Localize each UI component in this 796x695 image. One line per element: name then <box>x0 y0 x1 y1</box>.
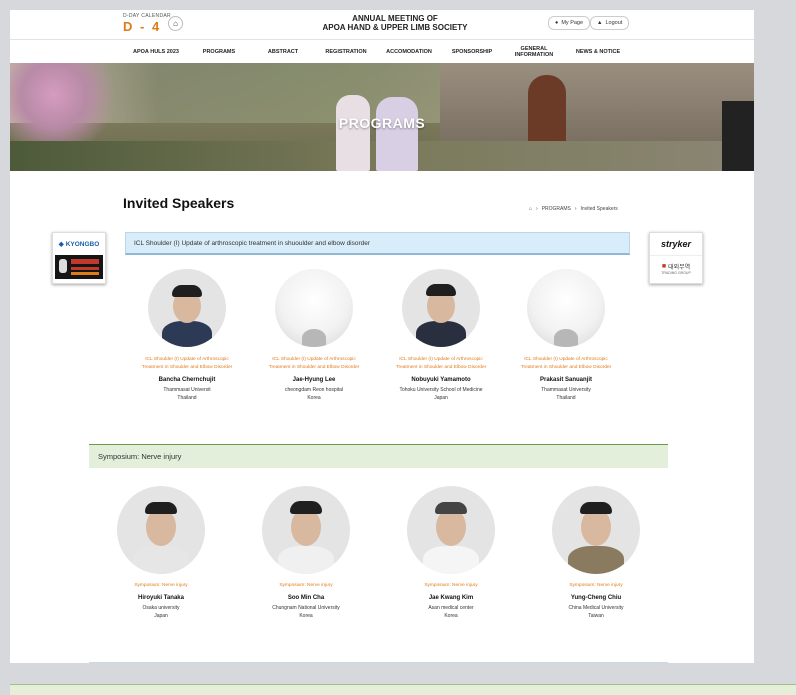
speaker-name: Soo Min Cha <box>287 594 325 601</box>
sponsor-trading-label: 대외무역 <box>668 264 691 271</box>
logout-label: Logout <box>605 20 623 26</box>
speaker-name: Jae-Hyung Lee <box>292 377 336 383</box>
page: D-DAY CALENDAR D - 4 ⌂ ANNUAL MEETING OF… <box>10 10 754 663</box>
speaker-card[interactable]: Symposium: Nerve injury Soo Min Cha Chun… <box>248 486 364 620</box>
logout-button[interactable]: ▲ Logout <box>590 16 630 30</box>
speaker-country: Taiwan <box>588 612 604 619</box>
speaker-affiliation: Thammasat University <box>541 387 591 393</box>
page-title: Invited Speakers <box>123 195 235 211</box>
speaker-name: Nobuyuki Yamamoto <box>411 377 471 383</box>
dday-counter: D - 4 <box>123 19 162 34</box>
sponsor-trading-sub: TRADING GROUP <box>661 270 691 275</box>
nav-item-programs[interactable]: PROGRAMS <box>194 40 244 64</box>
user-icon: ● <box>555 20 559 26</box>
speaker-photo-placeholder <box>527 269 605 347</box>
speaker-topic: Symposium: Nerve injury <box>569 583 623 588</box>
speaker-topic: ICL Shoulder (I) Update of Arthroscopic <box>272 357 356 362</box>
speaker-country: Japan <box>434 395 448 401</box>
home-icon[interactable]: ⌂ <box>529 206 532 212</box>
mypage-button[interactable]: ● My Page <box>548 16 591 30</box>
speaker-name: Prakasit Sanuanjit <box>539 377 593 383</box>
footer-strip <box>10 684 796 695</box>
speaker-topic: Treatment in Shoulder and Elbow Disorder <box>268 364 360 370</box>
sponsor-banner-left[interactable]: ◆ KYONGBO <box>52 232 106 284</box>
hero-banner: PROGRAMS <box>10 63 754 171</box>
speaker-name: Bancha Chernchujit <box>158 377 216 383</box>
chevron-right-icon: › <box>536 206 538 212</box>
speaker-topic: Symposium: Nerve injury <box>424 583 478 588</box>
mypage-label: My Page <box>561 20 584 26</box>
speaker-country: Korea <box>299 612 313 619</box>
nav-item-sponsorship[interactable]: SPONSORSHIP <box>444 40 500 64</box>
main-nav: APOA HULS 2023 PROGRAMS ABSTRACT REGISTR… <box>10 39 754 64</box>
speaker-photo <box>262 486 350 574</box>
lock-icon: ▲ <box>597 20 603 26</box>
sponsor-ad-image <box>55 255 103 279</box>
section-divider <box>89 662 668 663</box>
site-title-line2: APOA HAND & UPPER LIMB SOCIETY <box>322 23 468 32</box>
chevron-right-icon: › <box>574 206 577 212</box>
speaker-photo-placeholder <box>275 269 353 347</box>
speaker-name: Yung-Cheng Chiu <box>570 594 622 601</box>
speaker-country: Korea <box>444 612 458 619</box>
speaker-card[interactable]: Symposium: Nerve injury Yung-Cheng Chiu … <box>538 486 654 620</box>
nav-item-abstract[interactable]: ABSTRACT <box>258 40 308 64</box>
trading-logo-icon: ■ <box>661 262 667 270</box>
speaker-photo <box>552 486 640 574</box>
speaker-photo <box>148 269 226 347</box>
speaker-topic: ICL Shoulder (I) Update of Arthroscopic <box>399 357 483 362</box>
nav-item-apoa[interactable]: APOA HULS 2023 <box>118 40 194 64</box>
speaker-photo <box>117 486 205 574</box>
home-icon[interactable]: ⌂ <box>168 16 183 31</box>
section-header-icl-shoulder: ICL Shoulder (I) Update of arthroscopic … <box>125 232 630 255</box>
speaker-topic: ICL Shoulder (I) Update of Arthroscopic <box>145 357 229 362</box>
nav-item-registration[interactable]: REGISTRATION <box>318 40 374 64</box>
speaker-card[interactable]: ICL Shoulder (I) Update of Arthroscopic … <box>127 269 247 402</box>
site-title[interactable]: ANNUAL MEETING OF APOA HAND & UPPER LIMB… <box>300 14 490 32</box>
speaker-topic: ICL Shoulder (I) Update of Arthroscopic <box>524 357 608 362</box>
speaker-photo <box>407 486 495 574</box>
speaker-affiliation: Asan medical center <box>428 604 474 611</box>
sponsor-kyongbo-label: KYONGBO <box>65 240 100 248</box>
speaker-card[interactable]: ICL Shoulder (I) Update of Arthroscopic … <box>381 269 501 402</box>
speaker-affiliation: cheongdam Reon hospital <box>284 387 344 393</box>
site-title-line1: ANNUAL MEETING OF <box>352 14 438 23</box>
breadcrumb-current: Invited Speakers <box>580 206 618 212</box>
nav-item-accomodation[interactable]: ACCOMODATION <box>380 40 438 64</box>
speaker-topic: Treatment in Shoulder and Elbow Disorder <box>395 364 487 370</box>
nav-item-general-information[interactable]: GENERAL INFORMATION <box>509 40 559 64</box>
speaker-photo <box>402 269 480 347</box>
speaker-topic: Treatment in Shoulder and Elbow Disorder <box>141 364 233 370</box>
speaker-country: Korea <box>307 395 321 401</box>
speaker-card[interactable]: ICL Shoulder (I) Update of Arthroscopic … <box>506 269 626 402</box>
speaker-country: Thailand <box>177 395 197 401</box>
speaker-card[interactable]: Symposium: Nerve injury Hiroyuki Tanaka … <box>103 486 219 620</box>
speaker-name: Hiroyuki Tanaka <box>138 594 184 601</box>
top-bar: D-DAY CALENDAR D - 4 ⌂ ANNUAL MEETING OF… <box>10 10 754 39</box>
speaker-topic: Symposium: Nerve injury <box>134 583 188 588</box>
hero-title: PROGRAMS <box>338 115 426 131</box>
breadcrumb: ⌂ › PROGRAMS › Invited Speakers <box>529 206 618 212</box>
speaker-topic: Treatment in Shoulder and Elbow Disorder <box>520 364 612 370</box>
speaker-affiliation: Chungnam National University <box>272 604 340 611</box>
speaker-country: Thailand <box>556 395 576 401</box>
speaker-card[interactable]: ICL Shoulder (I) Update of Arthroscopic … <box>254 269 374 402</box>
speaker-country: Japan <box>154 612 168 619</box>
section-header-nerve-injury: Symposium: Nerve injury <box>89 444 668 468</box>
nav-item-news-notice[interactable]: NEWS & NOTICE <box>570 40 626 64</box>
breadcrumb-programs[interactable]: PROGRAMS <box>542 206 571 212</box>
kyongbo-logo-icon: ◆ <box>58 241 64 248</box>
speaker-name: Jae Kwang Kim <box>428 594 474 601</box>
speaker-affiliation: Osaka university <box>142 604 180 611</box>
speaker-affiliation: China Medical University <box>568 604 624 611</box>
speaker-affiliation: Thammasat Universit <box>163 387 211 393</box>
sponsor-banner-right[interactable]: stryker ■ 대외무역 TRADING GROUP <box>649 232 703 284</box>
speaker-affiliation: Tohoku University School of Medicine <box>399 387 483 393</box>
speaker-card[interactable]: Symposium: Nerve injury Jae Kwang Kim As… <box>393 486 509 620</box>
speaker-topic: Symposium: Nerve injury <box>279 583 333 588</box>
sponsor-stryker-label: stryker <box>660 239 692 249</box>
